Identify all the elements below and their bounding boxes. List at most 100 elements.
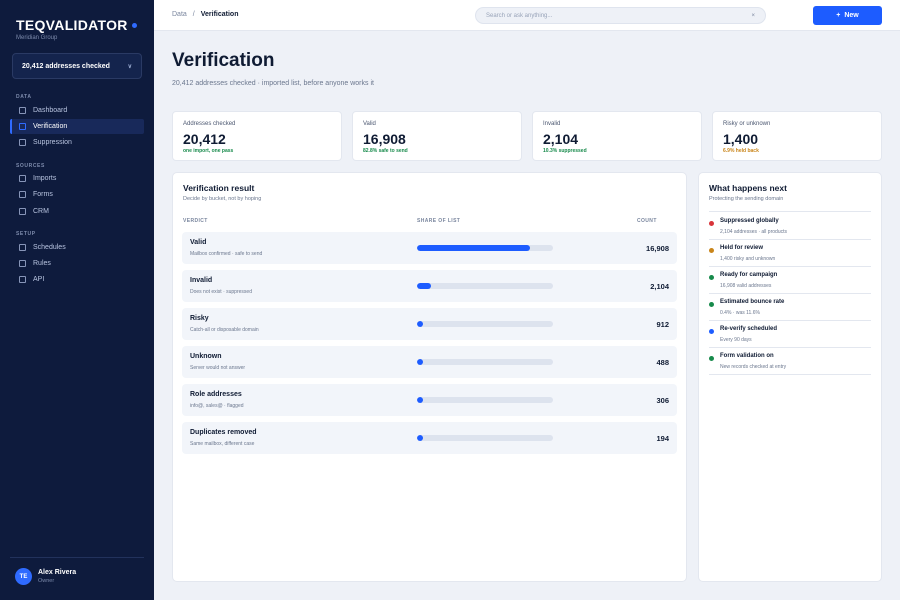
next-item-desc: 16,908 valid addresses [720, 283, 772, 289]
share-bar [417, 321, 553, 327]
sidebar-item-label: Imports [33, 175, 57, 182]
brand-name: TEQVALIDATOR [16, 17, 128, 33]
result-title: Verification result [183, 183, 255, 193]
next-item-title: Held for review [720, 245, 764, 251]
row-description: Same mailbox, different case [190, 441, 255, 447]
search-placeholder: Search or ask anything... [486, 12, 553, 19]
share-bar [417, 359, 553, 365]
nav-section-sources: SOURCES [16, 163, 45, 169]
column-header-count: COUNT [637, 218, 657, 224]
breadcrumb-data[interactable]: Data [172, 11, 187, 18]
next-item-title: Estimated bounce rate [720, 299, 785, 305]
sidebar-item-schedules[interactable]: Schedules [10, 240, 144, 255]
share-bar-fill [417, 359, 423, 365]
status-dot-icon [709, 221, 714, 226]
row-verdict: Duplicates removed [190, 429, 257, 436]
status-dot-icon [709, 275, 714, 280]
share-bar-fill [417, 435, 423, 441]
nav-section-data: DATA [16, 94, 32, 100]
table-row[interactable]: Unknown Server would not answer 488 [182, 346, 677, 378]
row-count: 912 [656, 320, 669, 329]
sidebar-item-label: Dashboard [33, 107, 68, 114]
row-count: 488 [656, 358, 669, 367]
list-item[interactable]: Re-verify scheduled Every 90 days [709, 321, 871, 348]
avatar: TE [15, 568, 32, 585]
row-count: 306 [656, 396, 669, 405]
status-dot-icon [709, 248, 714, 253]
verification-icon [19, 123, 26, 130]
scope-selector[interactable]: 20,412 addresses checked ∨ [12, 53, 142, 79]
share-bar-fill [417, 245, 530, 251]
table-row[interactable]: Duplicates removed Same mailbox, differe… [182, 422, 677, 454]
brand-dot-icon [131, 22, 137, 28]
table-row[interactable]: Risky Catch-all or disposable domain 912 [182, 308, 677, 340]
next-item-title: Ready for campaign [720, 272, 778, 278]
stat-card-valid: Valid 16,908 82.8% safe to send [352, 111, 522, 161]
table-row[interactable]: Role addresses info@, sales@ · flagged 3… [182, 384, 677, 416]
user-name: Alex Rivera [38, 569, 77, 576]
list-item[interactable]: Held for review 1,400 risky and unknown [709, 240, 871, 267]
dashboard-icon [19, 107, 26, 114]
imports-icon [19, 175, 26, 182]
next-item-title: Form validation on [720, 353, 774, 359]
stat-value: 2,104 [543, 131, 579, 147]
column-header-share: SHARE OF LIST [417, 218, 461, 224]
sidebar-item-suppression[interactable]: Suppression [10, 135, 144, 150]
stat-note: 10.3% suppressed [543, 148, 587, 154]
sidebar-item-crm[interactable]: CRM [10, 204, 144, 219]
close-icon[interactable]: × [751, 13, 755, 19]
brand-logo[interactable]: TEQVALIDATOR [16, 17, 137, 33]
sidebar-item-imports[interactable]: Imports [10, 171, 144, 186]
stat-label: Risky or unknown [723, 121, 771, 127]
sidebar-item-forms[interactable]: Forms [10, 187, 144, 202]
stat-value: 20,412 [183, 131, 226, 147]
list-item[interactable]: Suppressed globally 2,104 addresses · al… [709, 213, 871, 240]
stat-note: one import, one pass [183, 148, 234, 154]
user-profile[interactable]: TE Alex Rivera Owner [10, 557, 144, 585]
list-item[interactable]: Ready for campaign 16,908 valid addresse… [709, 267, 871, 294]
new-button[interactable]: + New [813, 6, 882, 25]
row-description: info@, sales@ · flagged [190, 403, 244, 409]
sidebar-item-label: Schedules [33, 244, 66, 251]
row-description: Does not exist · suppressed [190, 289, 252, 295]
sidebar-item-label: Rules [33, 260, 51, 267]
chevron-down-icon: ∨ [127, 63, 132, 70]
row-verdict: Invalid [190, 277, 213, 284]
row-verdict: Risky [190, 315, 209, 322]
share-bar [417, 283, 553, 289]
table-row[interactable]: Invalid Does not exist · suppressed 2,10… [182, 270, 677, 302]
list-item[interactable]: Estimated bounce rate 0.4% · was 11.6% [709, 294, 871, 321]
sidebar-item-label: Verification [33, 123, 68, 130]
share-bar [417, 435, 553, 441]
stat-card-checked: Addresses checked 20,412 one import, one… [172, 111, 342, 161]
result-subtitle: Decide by bucket, not by hoping [183, 196, 262, 202]
sidebar-item-label: CRM [33, 208, 49, 215]
share-bar [417, 245, 553, 251]
breadcrumb-current: Verification [200, 11, 239, 18]
table-row[interactable]: Valid Mailbox confirmed · safe to send 1… [182, 232, 677, 264]
crm-icon [19, 208, 26, 215]
next-subtitle: Protecting the sending domain [709, 196, 784, 202]
next-item-title: Re-verify scheduled [720, 326, 778, 332]
sidebar-item-api[interactable]: API [10, 272, 144, 287]
divider [709, 211, 871, 212]
row-description: Server would not answer [190, 365, 246, 371]
page-subtitle: 20,412 addresses checked · imported list… [172, 80, 374, 87]
sidebar-item-label: API [33, 276, 45, 283]
row-description: Mailbox confirmed · safe to send [190, 251, 263, 257]
stat-card-risky: Risky or unknown 1,400 6.9% held back [712, 111, 882, 161]
row-verdict: Role addresses [190, 391, 242, 398]
next-item-desc: 1,400 risky and unknown [720, 256, 776, 262]
scope-selector-label: 20,412 addresses checked [22, 62, 110, 70]
row-description: Catch-all or disposable domain [190, 327, 259, 333]
list-item[interactable]: Form validation on New records checked a… [709, 348, 871, 375]
sidebar-item-rules[interactable]: Rules [10, 256, 144, 271]
sidebar-item-dashboard[interactable]: Dashboard [10, 103, 144, 118]
org-name: Meridian Group [16, 35, 58, 41]
row-count: 16,908 [646, 244, 669, 253]
stat-value: 16,908 [363, 131, 406, 147]
sidebar-item-verification[interactable]: Verification [10, 119, 144, 134]
column-header-verdict: VERDICT [183, 218, 208, 224]
search-input[interactable]: Search or ask anything... × [475, 7, 766, 24]
stat-note: 82.8% safe to send [363, 148, 408, 154]
